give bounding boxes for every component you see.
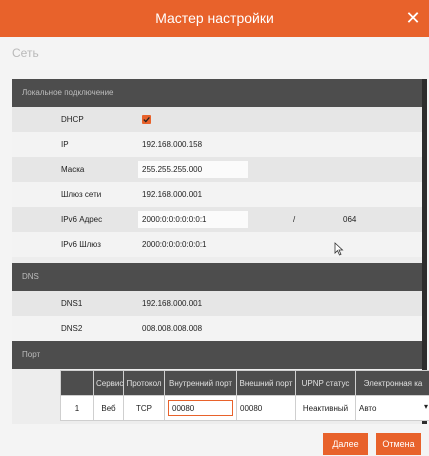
dns1-field[interactable]: 192.168.000.001 bbox=[142, 291, 202, 316]
row-dns1: DNS1 192.168.000.001 bbox=[12, 291, 427, 316]
ipv6-address-field[interactable]: 2000:0:0:0:0:0:0:1 bbox=[142, 207, 207, 232]
header-upnp-status: UPNP статус bbox=[295, 370, 356, 396]
ip-field[interactable]: 192.168.000.158 bbox=[142, 132, 202, 157]
chevron-down-icon: ▾ bbox=[423, 402, 428, 411]
port-table-header: Сервис Протокол Внутренний порт Внешний … bbox=[60, 370, 429, 396]
dhcp-checkbox[interactable] bbox=[142, 115, 151, 124]
ipv6-address-label: IPv6 Адрес bbox=[61, 215, 103, 224]
window-title: Мастер настройки bbox=[155, 10, 274, 26]
protocol-cell: TCP bbox=[123, 395, 165, 421]
ipv6-gateway-field[interactable]: 2000:0:0:0:0:0:0:1 bbox=[142, 232, 207, 257]
mode-select[interactable]: Авто ▾ bbox=[355, 395, 429, 421]
row-mask: Маска 255.255.255.000 bbox=[12, 157, 427, 182]
mask-field[interactable]: 255.255.255.000 bbox=[142, 157, 202, 182]
gateway-field[interactable]: 192.168.000.001 bbox=[142, 182, 202, 207]
dns1-label: DNS1 bbox=[61, 299, 83, 308]
row-number: 1 bbox=[60, 395, 94, 421]
prefix-separator: / bbox=[293, 215, 296, 224]
section-local-connection: Локальное подключение bbox=[12, 79, 427, 107]
header-service: Сервис bbox=[93, 370, 124, 396]
row-ip: IP 192.168.000.158 bbox=[12, 132, 427, 157]
row-dns2: DNS2 008.008.008.008 bbox=[12, 316, 427, 341]
row-dhcp: DHCP bbox=[12, 107, 427, 132]
header-internal-port: Внутренний порт bbox=[164, 370, 237, 396]
row-ipv6-address: IPv6 Адрес 2000:0:0:0:0:0:0:1 / 064 bbox=[12, 207, 427, 232]
row-gateway: Шлюз сети 192.168.000.001 bbox=[12, 182, 427, 207]
dns2-label: DNS2 bbox=[61, 324, 83, 333]
section-dns: DNS bbox=[12, 263, 427, 291]
close-icon[interactable]: ✕ bbox=[403, 0, 423, 37]
mouse-cursor-icon bbox=[334, 242, 344, 256]
check-icon bbox=[143, 116, 150, 123]
header-email: Электронная ка bbox=[355, 370, 429, 396]
service-cell: Веб bbox=[93, 395, 124, 421]
external-port-input[interactable]: 00080 bbox=[236, 395, 296, 421]
dhcp-label: DHCP bbox=[61, 115, 84, 124]
port-table: Сервис Протокол Внутренний порт Внешний … bbox=[60, 370, 429, 421]
cancel-button[interactable]: Отмена bbox=[376, 433, 421, 455]
internal-port-cell: 00080 bbox=[164, 395, 237, 421]
mask-label: Маска bbox=[61, 165, 85, 174]
gateway-label: Шлюз сети bbox=[61, 190, 102, 199]
upnp-status-cell: Неактивный bbox=[295, 395, 356, 421]
header-protocol: Протокол bbox=[123, 370, 165, 396]
table-row: 1 Веб TCP 00080 00080 Неактивный Авто ▾ bbox=[60, 395, 429, 421]
page-subtitle: Сеть bbox=[12, 46, 39, 60]
ip-label: IP bbox=[61, 140, 69, 149]
mode-select-value: Авто bbox=[359, 403, 377, 413]
next-button[interactable]: Далее bbox=[323, 433, 368, 455]
ipv6-prefix-field[interactable]: 064 bbox=[343, 207, 356, 232]
dns2-field[interactable]: 008.008.008.008 bbox=[142, 316, 202, 341]
header-external-port: Внешний порт bbox=[236, 370, 296, 396]
internal-port-input[interactable]: 00080 bbox=[168, 400, 233, 416]
ipv6-gateway-label: IPv6 Шлюз bbox=[61, 240, 101, 249]
header-number bbox=[60, 370, 94, 396]
section-port: Порт bbox=[12, 341, 427, 369]
row-ipv6-gateway: IPv6 Шлюз 2000:0:0:0:0:0:0:1 bbox=[12, 232, 427, 257]
